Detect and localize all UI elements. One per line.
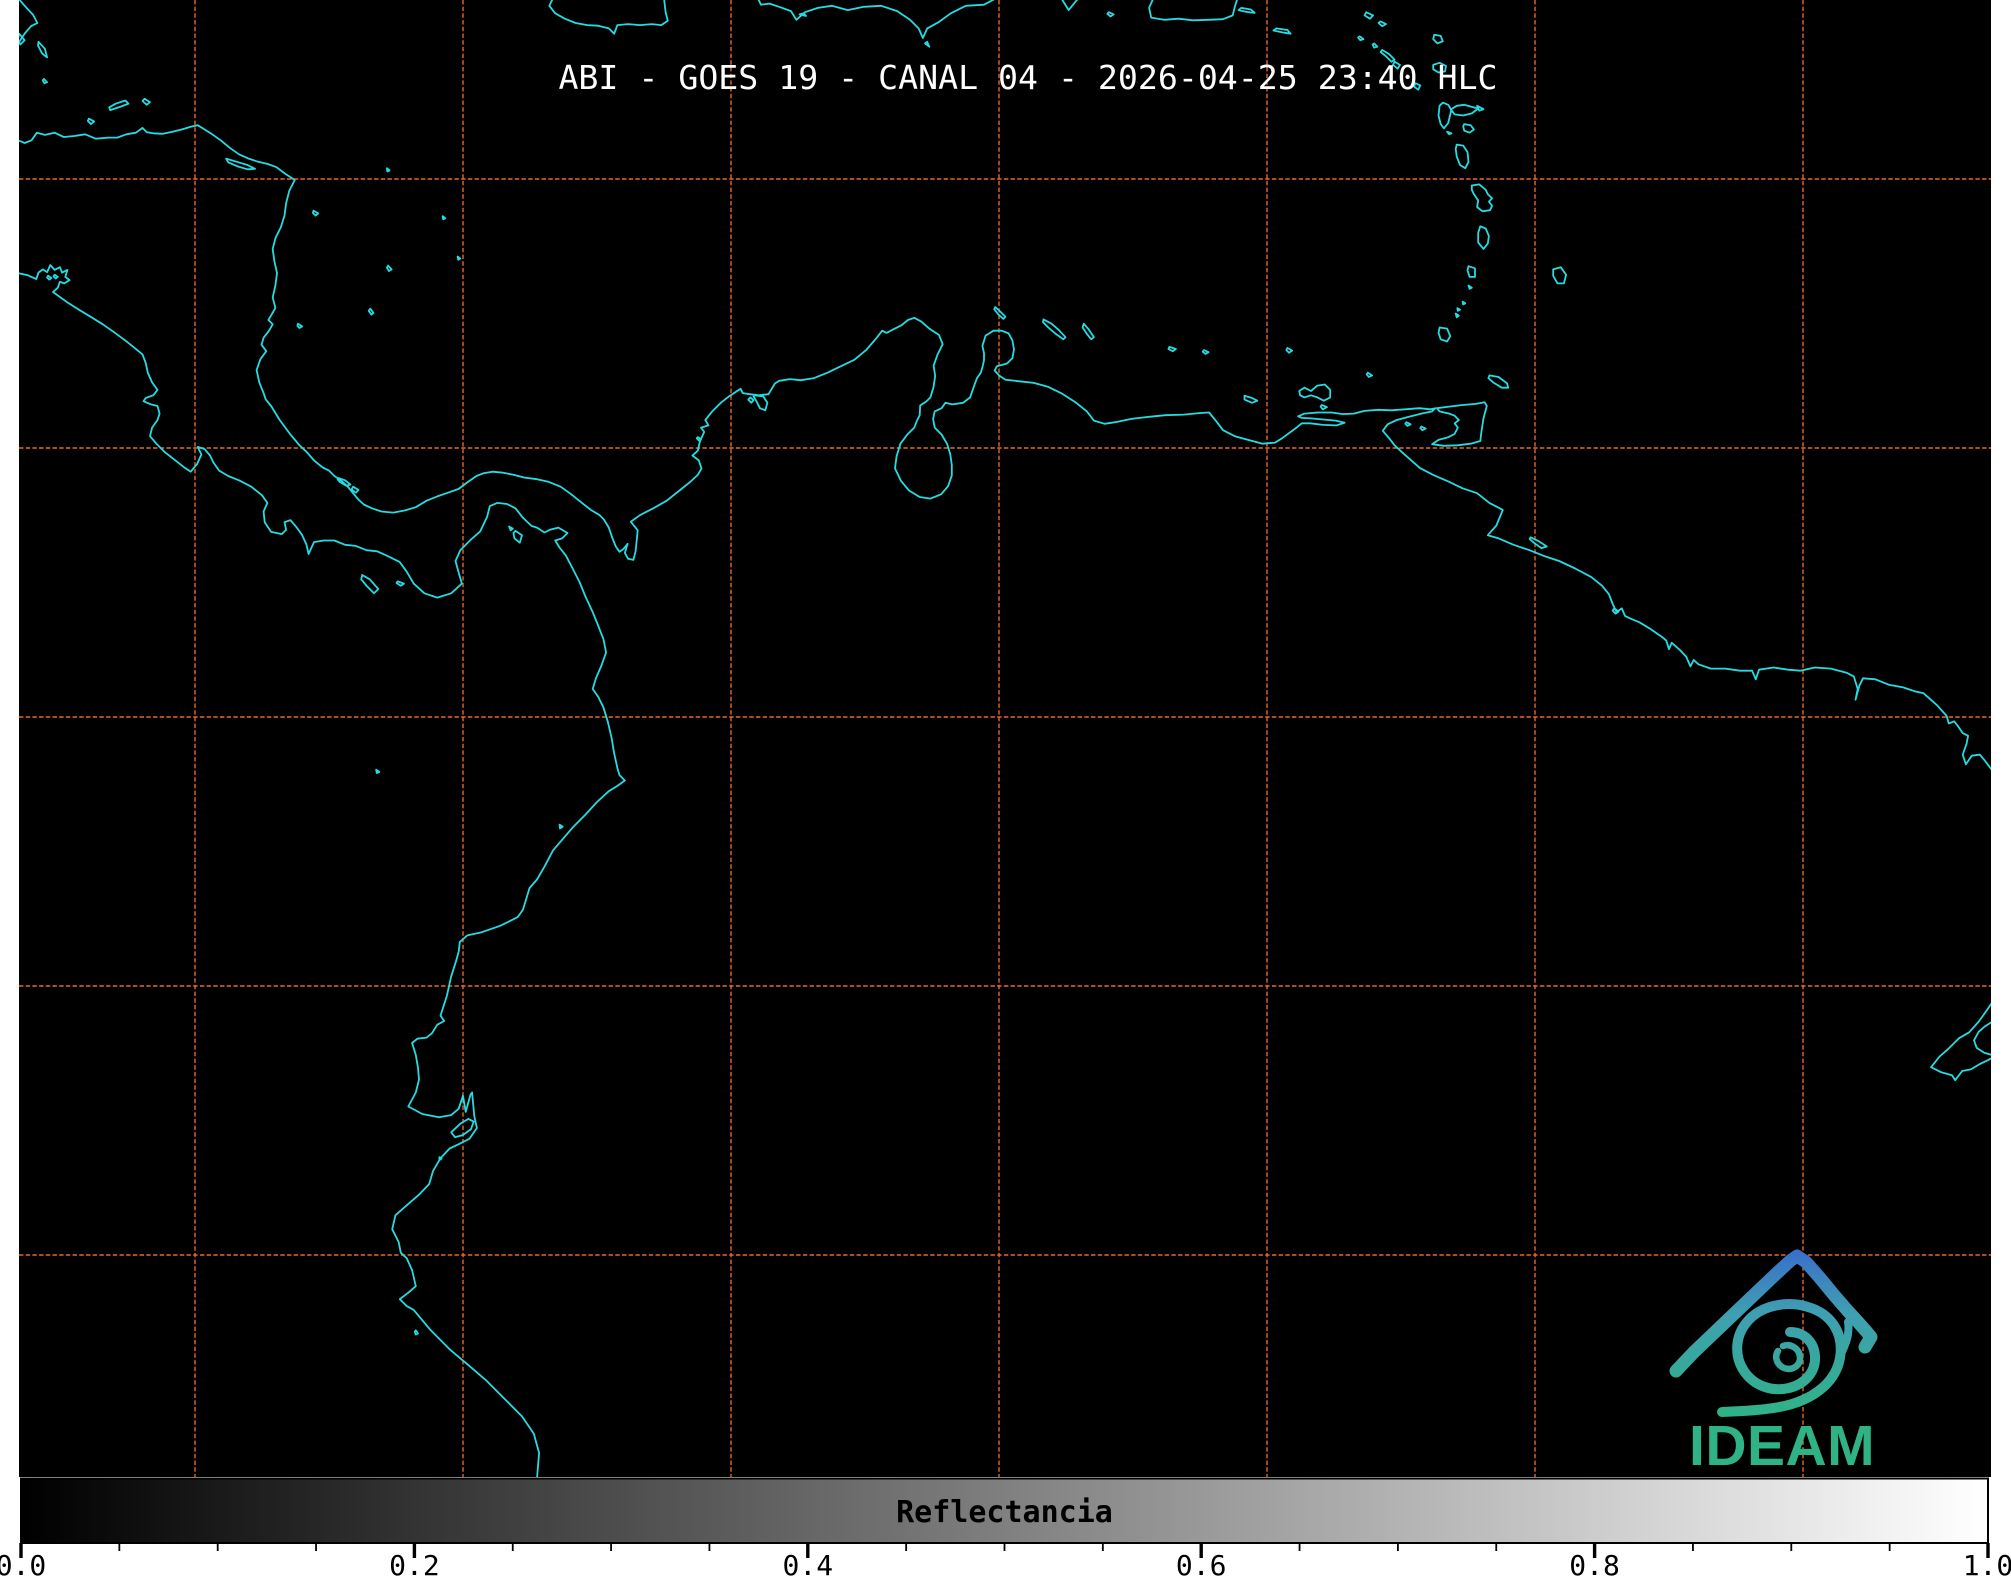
colorbar-tick-label: 1.0 bbox=[1963, 1549, 2011, 1577]
colorbar-tick-label: 0.6 bbox=[1176, 1549, 1227, 1577]
map-area: ABI - GOES 19 - CANAL 04 - 2026-04-25 23… bbox=[18, 0, 1992, 1478]
coastline-canouan bbox=[1463, 302, 1466, 305]
coastline-union bbox=[1457, 308, 1460, 311]
coastline-santa-clara bbox=[439, 1157, 441, 1160]
colorbar-tick-label: 0.0 bbox=[0, 1549, 46, 1577]
satellite-image-figure: ABI - GOES 19 - CANAL 04 - 2026-04-25 23… bbox=[0, 0, 2011, 1577]
colorbar: Reflectancia 0.0 0.2 0.4 0.6 0.8 1.0 bbox=[0, 1479, 2011, 1577]
colorbar-ticks bbox=[21, 1543, 1988, 1558]
colorbar-tick-label: 0.4 bbox=[783, 1549, 834, 1577]
logo-text: IDEAM bbox=[1689, 1414, 1875, 1478]
colorbar-label: Reflectancia bbox=[896, 1495, 1113, 1530]
colorbar-tick-label: 0.8 bbox=[1569, 1549, 1620, 1577]
map-title: ABI - GOES 19 - CANAL 04 - 2026-04-25 23… bbox=[558, 58, 1497, 97]
colorbar-tick-label: 0.2 bbox=[389, 1549, 440, 1577]
colorbar-tick-labels: 0.0 0.2 0.4 0.6 0.8 1.0 bbox=[0, 1549, 2011, 1577]
scene-svg: ABI - GOES 19 - CANAL 04 - 2026-04-25 23… bbox=[0, 0, 2011, 1577]
